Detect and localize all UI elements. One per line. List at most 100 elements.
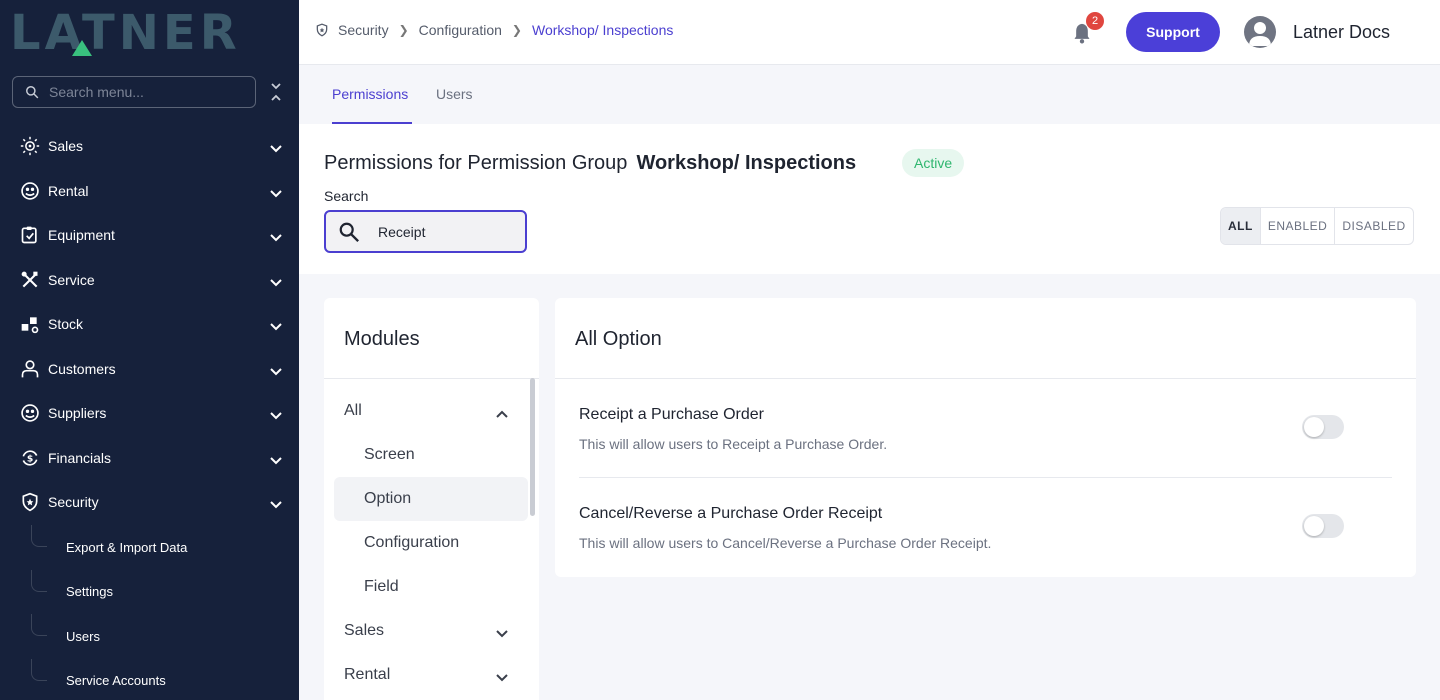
- collapse-sidebar-icon[interactable]: [268, 82, 284, 102]
- filter-disabled[interactable]: DISABLED: [1334, 208, 1412, 244]
- subitem-label: Users: [66, 628, 100, 644]
- sidebar-item-label: Customers: [48, 360, 116, 377]
- sidebar-item-security[interactable]: Security: [0, 480, 299, 525]
- suppliers-icon: [19, 402, 41, 424]
- module-label: Rental: [344, 666, 391, 683]
- shield-icon: [19, 491, 41, 513]
- sidebar-item-label: Service: [48, 271, 95, 288]
- logo-text: LATNER: [10, 5, 241, 61]
- modules-title: Modules: [344, 328, 420, 350]
- tree-connector: [31, 569, 47, 592]
- tree-connector: [31, 614, 47, 636]
- chevron-down-icon: [496, 625, 508, 643]
- search-menu-input[interactable]: [49, 84, 239, 100]
- status-badge: Active: [902, 149, 965, 177]
- option-row: Receipt a Purchase Order This will allow…: [579, 379, 1392, 478]
- search-label: Search: [324, 188, 369, 204]
- option-row: Cancel/Reverse a Purchase Order Receipt …: [579, 478, 1392, 577]
- sidebar-item-customers[interactable]: Customers: [0, 347, 299, 392]
- sidebar-item-financials[interactable]: $ Financials: [0, 436, 299, 481]
- search-icon: [339, 222, 360, 242]
- search-menu[interactable]: [12, 76, 256, 108]
- sales-icon: [19, 135, 41, 157]
- sidebar-item-equipment[interactable]: Equipment: [0, 213, 299, 258]
- module-field[interactable]: Field: [334, 565, 528, 609]
- sidebar-nav: Sales Rental Equipment Service Stock Cus…: [0, 124, 299, 525]
- tree-connector: [31, 525, 47, 547]
- user-icon: [19, 358, 41, 380]
- equipment-icon: [19, 224, 41, 246]
- modules-scrollbar[interactable]: [530, 378, 535, 516]
- module-label: Screen: [364, 446, 415, 463]
- breadcrumb: Security ❯ Configuration ❯ Workshop/ Ins…: [315, 22, 673, 38]
- rental-icon: [19, 180, 41, 202]
- chevron-down-icon: [270, 140, 282, 158]
- permission-search[interactable]: [324, 210, 527, 253]
- financials-icon: $: [19, 447, 41, 469]
- subitem-label: Export & Import Data: [66, 539, 188, 555]
- breadcrumb-configuration[interactable]: Configuration: [419, 22, 502, 38]
- chevron-down-icon: [270, 318, 282, 336]
- toggle-knob: [1304, 516, 1324, 536]
- module-rental[interactable]: Rental: [334, 653, 528, 697]
- sidebar-item-suppliers[interactable]: Suppliers: [0, 391, 299, 436]
- chevron-right-icon: ❯: [398, 23, 409, 37]
- module-sales[interactable]: Sales: [334, 609, 528, 653]
- latner-logo[interactable]: LATNER: [10, 5, 280, 61]
- user-name[interactable]: Latner Docs: [1293, 22, 1390, 43]
- module-label: All: [344, 402, 362, 419]
- page-title-prefix: Permissions for Permission Group: [324, 152, 628, 174]
- module-screen[interactable]: Screen: [334, 433, 528, 477]
- search-icon: [26, 86, 39, 99]
- svg-text:$: $: [27, 453, 33, 464]
- sidebar-item-label: Sales: [48, 138, 84, 155]
- support-button[interactable]: Support: [1126, 12, 1220, 52]
- page-header: Permissions for Permission Group Worksho…: [299, 124, 1440, 274]
- option-toggle[interactable]: [1302, 415, 1344, 439]
- permission-group-name: Workshop/ Inspections: [636, 152, 857, 174]
- option-description: This will allow users to Receipt a Purch…: [579, 436, 888, 452]
- module-option[interactable]: Option: [334, 477, 528, 521]
- option-toggle[interactable]: [1302, 514, 1344, 538]
- chevron-down-icon: [270, 407, 282, 425]
- tab-bar: Permissions Users: [299, 65, 1440, 124]
- tab-permissions[interactable]: Permissions: [332, 65, 412, 124]
- chevron-down-icon: [270, 229, 282, 247]
- top-header: Security ❯ Configuration ❯ Workshop/ Ins…: [299, 0, 1440, 65]
- sidebar: LATNER Sales Rental Equipment Service: [0, 0, 299, 700]
- security-submenu: Export & Import Data Settings Users Serv…: [0, 525, 299, 700]
- filter-enabled[interactable]: ENABLED: [1259, 208, 1335, 244]
- sidebar-subitem-users[interactable]: Users: [0, 614, 299, 659]
- option-title: Cancel/Reverse a Purchase Order Receipt: [579, 505, 883, 522]
- avatar[interactable]: [1244, 16, 1276, 48]
- sidebar-item-label: Security: [48, 494, 99, 511]
- sidebar-item-label: Rental: [48, 182, 89, 199]
- filter-all[interactable]: ALL: [1221, 208, 1260, 244]
- module-configuration[interactable]: Configuration: [334, 521, 528, 565]
- options-panel: All Option Receipt a Purchase Order This…: [555, 298, 1416, 577]
- module-all[interactable]: All: [334, 389, 528, 433]
- option-description: This will allow users to Cancel/Reverse …: [579, 535, 992, 551]
- module-label: Configuration: [364, 534, 460, 551]
- chevron-down-icon: [270, 274, 282, 292]
- chevron-right-icon: ❯: [511, 23, 522, 37]
- chevron-down-icon: [270, 452, 282, 470]
- tab-users[interactable]: Users: [436, 65, 473, 124]
- sidebar-item-sales[interactable]: Sales: [0, 124, 299, 169]
- sidebar-subitem-service-accounts[interactable]: Service Accounts: [0, 658, 299, 700]
- sidebar-subitem-export-import[interactable]: Export & Import Data: [0, 525, 299, 570]
- tree-connector: [31, 658, 47, 681]
- module-label: Field: [364, 578, 399, 595]
- toggle-knob: [1304, 417, 1324, 437]
- search-input[interactable]: [378, 223, 508, 240]
- user-avatar-icon: [1249, 22, 1271, 46]
- module-label: Sales: [344, 622, 385, 639]
- option-title: Receipt a Purchase Order: [579, 406, 764, 423]
- sidebar-subitem-settings[interactable]: Settings: [0, 569, 299, 615]
- breadcrumb-security[interactable]: Security: [338, 22, 389, 38]
- sidebar-item-service[interactable]: Service: [0, 258, 299, 303]
- sidebar-item-rental[interactable]: Rental: [0, 169, 299, 214]
- sidebar-item-stock[interactable]: Stock: [0, 302, 299, 347]
- logo-triangle-icon: [72, 40, 92, 56]
- subitem-label: Service Accounts: [66, 673, 166, 689]
